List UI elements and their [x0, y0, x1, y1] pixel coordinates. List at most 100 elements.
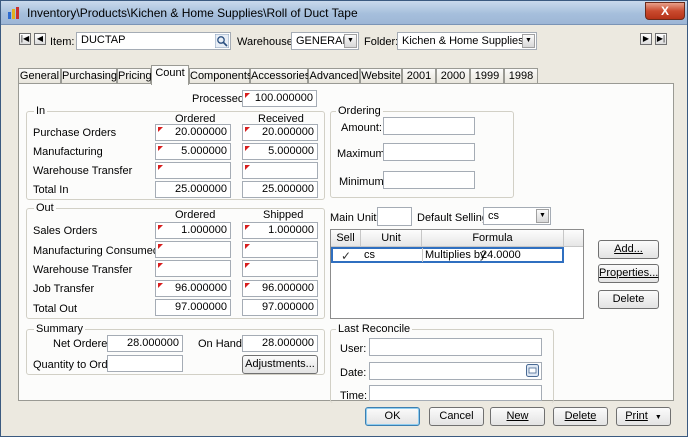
- qty-to-order-field[interactable]: [107, 355, 183, 372]
- title-bar[interactable]: Inventory\Products\Kichen & Home Supplie…: [1, 1, 687, 25]
- amount-field[interactable]: [383, 117, 475, 135]
- manufacturing-received: 5.000000: [268, 145, 314, 157]
- minimum-field[interactable]: [383, 171, 475, 189]
- tab-2000[interactable]: 2000: [436, 68, 470, 84]
- default-selling-value: cs: [488, 210, 499, 222]
- net-ordered-field: 28.000000: [107, 335, 183, 352]
- delete-unit-button[interactable]: Delete: [598, 290, 659, 309]
- purchase-orders-ordered-field[interactable]: 20.000000: [155, 124, 231, 141]
- add-unit-label: Add...: [614, 243, 643, 255]
- warehouse-transfer-out-ordered-field[interactable]: [155, 260, 231, 277]
- folder-label: Folder:: [364, 36, 399, 48]
- total-in-label: Total In: [33, 184, 69, 196]
- check-icon: ✓: [341, 249, 352, 263]
- adjustments-button[interactable]: Adjustments...: [242, 355, 318, 374]
- folder-select[interactable]: Kichen & Home Supplies ▼: [397, 32, 537, 50]
- job-transfer-ordered-field[interactable]: 96.000000: [155, 280, 231, 297]
- close-button[interactable]: X: [645, 2, 685, 20]
- tab-accessories[interactable]: Accessories: [250, 68, 310, 84]
- last-record-button[interactable]: ▶|: [655, 33, 667, 45]
- tab-1999[interactable]: 1999: [470, 68, 504, 84]
- warehouse-select[interactable]: GENERAL ▼: [291, 32, 359, 50]
- properties-label: Properties...: [599, 267, 659, 279]
- tab-general[interactable]: General: [18, 68, 61, 84]
- properties-button[interactable]: Properties...: [598, 264, 659, 283]
- default-selling-select[interactable]: cs ▼: [483, 207, 551, 225]
- tab-pricing[interactable]: Pricing: [117, 68, 152, 84]
- job-transfer-shipped: 96.000000: [262, 282, 314, 294]
- print-label: Print: [625, 410, 648, 422]
- sales-orders-label: Sales Orders: [33, 225, 98, 237]
- previous-record-button[interactable]: ◀: [34, 33, 46, 45]
- date-field[interactable]: [369, 362, 542, 380]
- tab-advanced[interactable]: Advanced: [308, 68, 360, 84]
- unit-column-header[interactable]: Unit: [361, 230, 422, 247]
- manufacturing-consumed-ordered-field[interactable]: [155, 241, 231, 258]
- formula-column-header[interactable]: Formula: [422, 230, 564, 247]
- previous-icon: ◀: [36, 34, 44, 43]
- units-grid[interactable]: Sell Unit Formula ✓ cs Multiplies by 24.…: [330, 229, 584, 319]
- manufacturing-consumed-label: Manufacturing Consumed: [33, 245, 159, 257]
- ordering-title: Ordering: [336, 105, 383, 117]
- ok-button[interactable]: OK: [365, 407, 420, 426]
- net-ordered-value: 28.000000: [127, 337, 179, 349]
- search-icon[interactable]: [215, 34, 229, 48]
- total-out-ordered: 97.000000: [175, 301, 227, 313]
- manufacturing-received-field[interactable]: 5.000000: [242, 143, 318, 160]
- print-button[interactable]: Print ▼: [616, 407, 671, 426]
- time-field[interactable]: [369, 385, 542, 401]
- flag-icon: [158, 165, 163, 170]
- out-shipped-header: Shipped: [263, 209, 304, 221]
- new-button[interactable]: New: [490, 407, 545, 426]
- factor-cell: 24.0000: [481, 249, 521, 261]
- total-in-ordered: 25.000000: [175, 183, 227, 195]
- item-label: Item:: [50, 36, 75, 48]
- sales-orders-ordered: 1.000000: [181, 224, 227, 236]
- next-record-button[interactable]: ▶: [640, 33, 652, 45]
- warehouse-transfer-out-shipped-field[interactable]: [242, 260, 318, 277]
- processed-value: 100.000000: [254, 92, 313, 104]
- tab-count[interactable]: Count: [151, 65, 189, 85]
- warehouse-transfer-in-ordered-field[interactable]: [155, 162, 231, 179]
- close-icon: X: [660, 4, 669, 18]
- formula-cell: Multiplies by: [425, 249, 486, 261]
- app-icon: [8, 7, 19, 19]
- total-out-shipped: 97.000000: [262, 301, 314, 313]
- table-row[interactable]: ✓ cs Multiplies by 24.0000: [331, 247, 564, 263]
- on-hand-label: On Hand:: [198, 338, 246, 350]
- reconcile-title: Last Reconcile: [336, 323, 413, 335]
- warehouse-transfer-in-received-field[interactable]: [242, 162, 318, 179]
- flag-icon: [158, 225, 163, 230]
- job-transfer-shipped-field[interactable]: 96.000000: [242, 280, 318, 297]
- maximum-field[interactable]: [383, 143, 475, 161]
- sell-column-header[interactable]: Sell: [331, 230, 361, 247]
- calendar-icon[interactable]: [526, 364, 539, 377]
- tab-1998[interactable]: 1998: [504, 68, 538, 84]
- flag-icon: [245, 165, 250, 170]
- total-in-received-field: 25.000000: [242, 181, 318, 198]
- summary-title: Summary: [34, 323, 86, 335]
- tab-components[interactable]: Components: [189, 68, 252, 84]
- default-selling-label: Default Selling:: [417, 212, 491, 224]
- chevron-down-icon: ▼: [536, 209, 549, 223]
- tab-purchasing[interactable]: Purchasing: [61, 68, 117, 84]
- manufacturing-label: Manufacturing: [33, 146, 103, 158]
- first-record-button[interactable]: |◀: [19, 33, 31, 45]
- tab-2001[interactable]: 2001: [402, 68, 436, 84]
- on-hand-field: 28.000000: [242, 335, 318, 352]
- cancel-button[interactable]: Cancel: [429, 407, 484, 426]
- delete-unit-label: Delete: [612, 293, 645, 305]
- delete-button[interactable]: Delete: [553, 407, 608, 426]
- manufacturing-ordered-field[interactable]: 5.000000: [155, 143, 231, 160]
- sales-orders-shipped-field[interactable]: 1.000000: [242, 222, 318, 239]
- manufacturing-consumed-shipped-field[interactable]: [242, 241, 318, 258]
- main-unit-field[interactable]: [377, 207, 412, 226]
- tab-website[interactable]: Website: [360, 68, 402, 84]
- item-field[interactable]: DUCTAP: [76, 32, 231, 50]
- user-field[interactable]: [369, 338, 542, 356]
- flag-icon: [158, 283, 163, 288]
- processed-field[interactable]: 100.000000: [242, 90, 317, 107]
- add-unit-button[interactable]: Add...: [598, 240, 659, 259]
- sales-orders-ordered-field[interactable]: 1.000000: [155, 222, 231, 239]
- purchase-orders-received-field[interactable]: 20.000000: [242, 124, 318, 141]
